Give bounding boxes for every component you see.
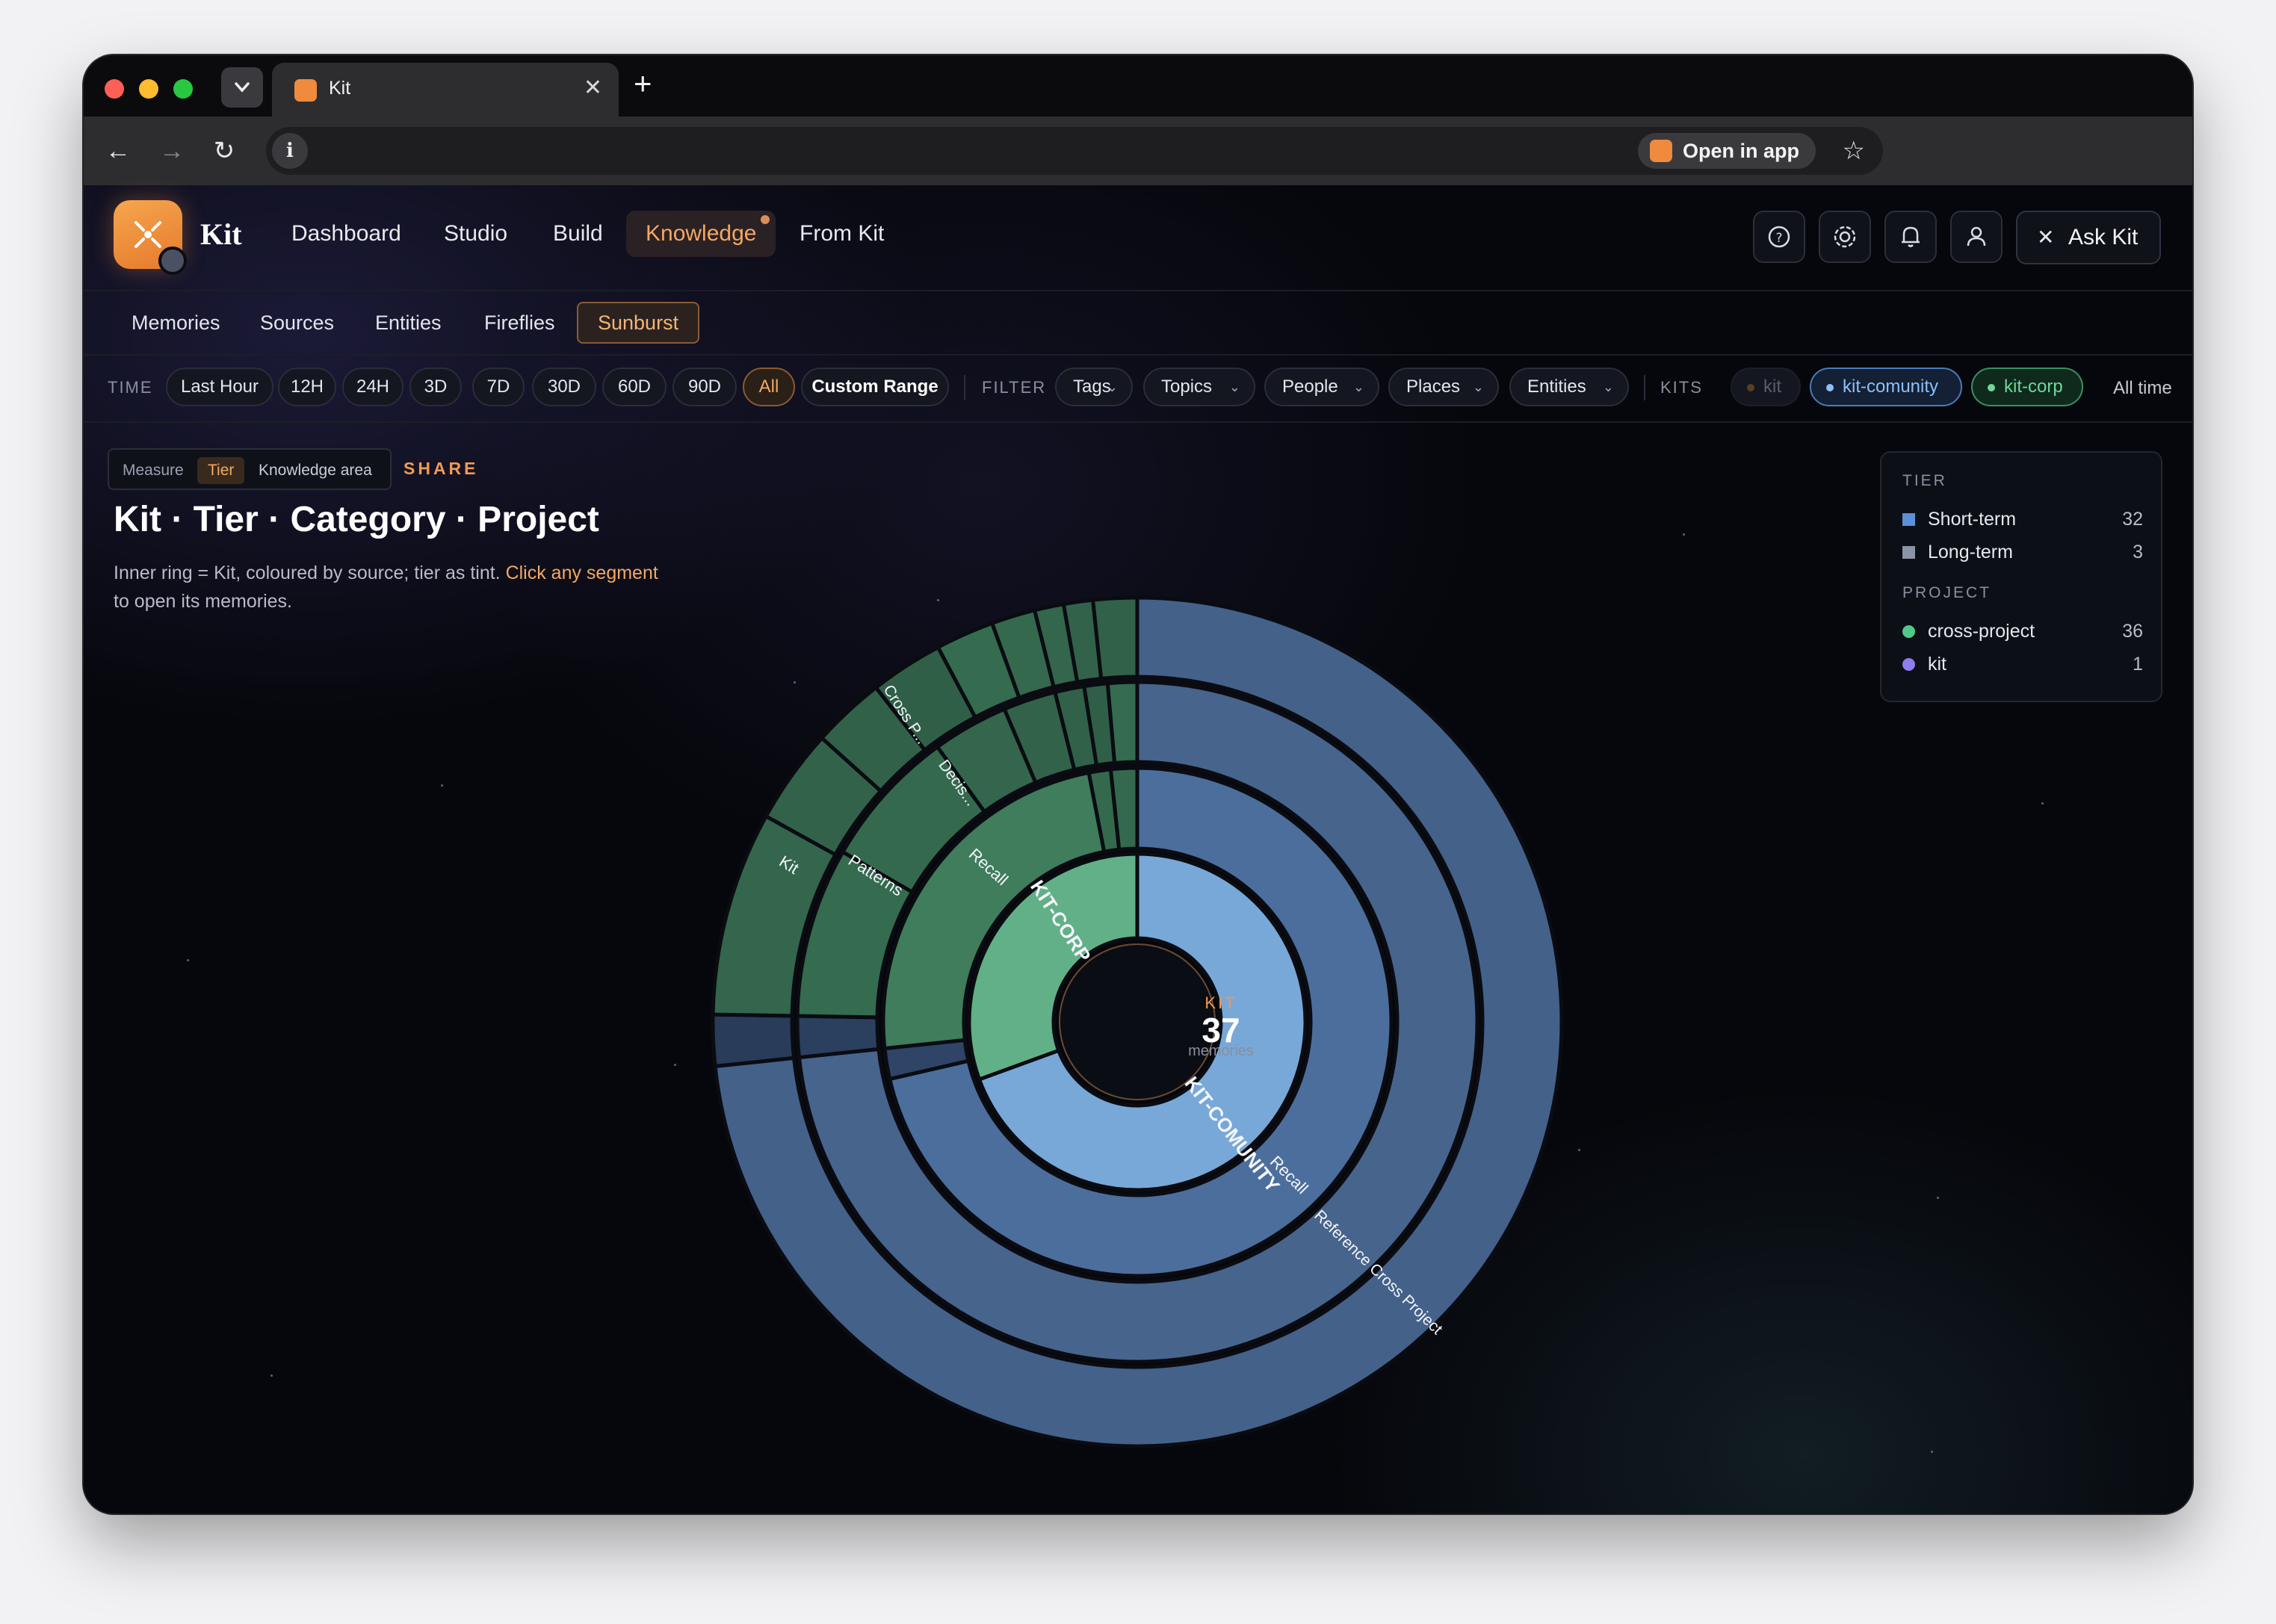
close-window-button[interactable]: [105, 79, 124, 99]
legend-panel: TIER Short-term 32 Long-term 3 PROJECT c…: [1880, 451, 2162, 702]
legend-swatch: [1902, 513, 1915, 526]
new-tab-button[interactable]: +: [634, 66, 652, 102]
legend-tier-heading: TIER: [1902, 472, 1947, 489]
legend-row-short-term[interactable]: Short-term 32: [1902, 506, 2143, 532]
sunburst-chart[interactable]: KIT-CORPRecallPatternsKitDecis...Cross P…: [84, 185, 2192, 1513]
legend-swatch: [1902, 625, 1915, 638]
favicon-icon: [294, 79, 317, 102]
legend-project-heading: PROJECT: [1902, 584, 1992, 601]
maximize-window-button[interactable]: [173, 79, 193, 99]
sunburst-segment-long-term[interactable]: [711, 1012, 797, 1069]
center-memories-label: memories: [1188, 1043, 1254, 1059]
chevron-down-icon: [235, 82, 250, 93]
browser-window: Kit ✕ + ← → ↻ i Open in app ☆ Kit Dashbo…: [84, 55, 2192, 1513]
app-favicon-icon: [1649, 140, 1672, 162]
legend-count: 3: [2133, 542, 2143, 562]
tab-strip: Kit ✕ +: [84, 55, 2192, 117]
minimize-window-button[interactable]: [139, 79, 158, 99]
close-tab-icon[interactable]: ✕: [584, 75, 602, 101]
legend-row-cross-project[interactable]: cross-project 36: [1902, 619, 2143, 644]
tab-search-button[interactable]: [221, 67, 263, 108]
back-icon[interactable]: ←: [102, 134, 134, 167]
legend-swatch: [1902, 546, 1915, 559]
legend-label: cross-project: [1928, 621, 2035, 642]
reload-icon[interactable]: ↻: [208, 134, 241, 167]
legend-count: 36: [2122, 621, 2143, 642]
site-info-icon[interactable]: i: [272, 133, 308, 169]
address-bar[interactable]: i Open in app ☆: [266, 127, 1883, 175]
browser-toolbar: ← → ↻ i Open in app ☆: [84, 117, 2192, 187]
sunburst-segment-corp-project[interactable]: [1090, 595, 1139, 681]
sunburst-segment-corp-category[interactable]: [1105, 680, 1139, 766]
legend-row-long-term[interactable]: Long-term 3: [1902, 539, 2143, 565]
legend-label: Long-term: [1928, 542, 2013, 562]
bookmark-star-icon[interactable]: ☆: [1843, 133, 1865, 169]
app-viewport: Kit Dashboard Studio Build Knowledge Fro…: [84, 185, 2192, 1513]
open-in-app-button[interactable]: Open in app: [1637, 133, 1816, 169]
legend-count: 1: [2133, 654, 2143, 675]
open-in-app-label: Open in app: [1682, 140, 1799, 162]
legend-label: kit: [1928, 654, 1946, 675]
sunburst-segment-long-term[interactable]: [795, 1014, 881, 1060]
forward-icon[interactable]: →: [155, 134, 188, 167]
legend-swatch: [1902, 658, 1915, 671]
tab-title: Kit: [329, 78, 351, 99]
browser-tab[interactable]: Kit ✕: [272, 63, 619, 117]
legend-label: Short-term: [1928, 509, 2017, 530]
legend-row-kit[interactable]: kit 1: [1902, 651, 2143, 677]
legend-count: 32: [2122, 509, 2143, 530]
